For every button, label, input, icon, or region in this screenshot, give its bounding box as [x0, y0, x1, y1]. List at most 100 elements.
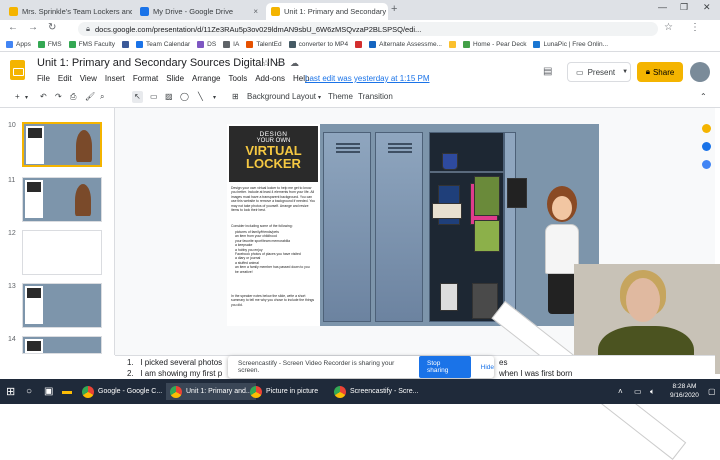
extensions-icon[interactable]: ⋮ [690, 22, 700, 33]
search-icon[interactable]: ○ [26, 383, 32, 400]
close-icon[interactable]: × [249, 7, 258, 16]
photo-image[interactable] [440, 283, 458, 311]
bookmark-apps[interactable]: Apps [6, 41, 31, 48]
bookmark-lunapic[interactable]: LunaPic | Free Onlin... [533, 41, 608, 48]
menu-edit[interactable]: Edit [58, 74, 72, 83]
menu-slide[interactable]: Slide [166, 74, 184, 83]
slide-10[interactable]: DESIGN YOUR OWN VIRTUAL LOCKER Design yo… [227, 124, 599, 326]
share-button[interactable]: 🔒︎ Share [637, 62, 683, 82]
bookmark-ia[interactable]: IA [223, 41, 239, 48]
bookmark-fms[interactable]: FMS [37, 41, 62, 48]
line-icon[interactable]: ╲ [198, 92, 203, 101]
image-icon[interactable]: ▨ [165, 92, 173, 101]
tasks-icon[interactable] [702, 142, 711, 151]
stop-sharing-button[interactable]: Stop sharing [419, 356, 471, 378]
calendar-icon[interactable] [702, 160, 711, 169]
slide-thumbnail-14[interactable] [22, 336, 102, 354]
reload-icon[interactable]: ↻ [48, 22, 56, 33]
new-tab-icon[interactable]: + [391, 3, 397, 15]
taskbar-item-pip[interactable]: Picture in picture [250, 383, 318, 400]
taskbar-item-screencastify[interactable]: Screencastify - Scre... [334, 383, 418, 400]
maximize-icon[interactable]: ❐ [680, 2, 688, 13]
menu-file[interactable]: File [37, 74, 50, 83]
star-icon[interactable]: ☆ [262, 58, 270, 69]
bookmark-alternate-assessment[interactable]: Alternate Assessme... [369, 41, 442, 48]
star-icon[interactable]: ☆ [664, 22, 673, 33]
photo-image[interactable] [474, 220, 500, 252]
move-folder-icon[interactable]: ▭ [276, 58, 285, 69]
undo-icon[interactable]: ↶ [40, 92, 47, 101]
tab-my-drive[interactable]: My Drive - Google Drive × [135, 3, 263, 20]
zoom-icon[interactable]: ⌕ [100, 92, 104, 102]
volume-icon[interactable]: 🔈︎ [650, 383, 655, 400]
menu-addons[interactable]: Add-ons [255, 74, 285, 83]
layout-button[interactable]: Layout [292, 92, 316, 101]
theme-button[interactable]: Theme [328, 92, 353, 101]
slide-thumbnail-12[interactable] [22, 230, 102, 275]
chevron-down-icon[interactable]: ▾ [318, 94, 321, 101]
slide-thumbnail-13[interactable] [22, 283, 102, 328]
bookmark-unnamed-3[interactable] [448, 41, 456, 48]
slide-thumbnail-10[interactable] [22, 122, 102, 167]
locker-image[interactable] [375, 132, 423, 322]
photo-image[interactable] [474, 176, 500, 216]
forward-icon[interactable]: → [28, 22, 38, 33]
document-title[interactable]: Unit 1: Primary and Secondary Sources Di… [37, 57, 285, 69]
avatar[interactable] [690, 62, 710, 82]
bookmark-converter[interactable]: converter to MP4 [288, 41, 348, 48]
menu-insert[interactable]: Insert [105, 74, 125, 83]
tab-unit1-slides[interactable]: Unit 1: Primary and Secondary S... × [266, 3, 388, 20]
print-icon[interactable]: ⎙ [70, 92, 76, 102]
task-view-icon[interactable]: ▣ [44, 383, 53, 400]
poster-image[interactable] [432, 203, 462, 219]
chevron-up-icon[interactable]: ˄ [618, 383, 623, 400]
minimize-icon[interactable]: — [658, 2, 667, 12]
shape-icon[interactable]: ◯ [180, 92, 189, 101]
menu-arrange[interactable]: Arrange [192, 74, 220, 83]
new-slide-icon[interactable]: + [15, 92, 20, 101]
last-edit-link[interactable]: Last edit was yesterday at 1:15 PM [305, 74, 430, 83]
bookmark-team-calendar[interactable]: Team Calendar [136, 41, 190, 48]
present-button[interactable]: ▭ Present ▼ [567, 62, 631, 82]
file-explorer-icon[interactable]: ▬ [62, 383, 72, 400]
textbox-icon[interactable]: ▭ [150, 92, 158, 101]
bookmark-unnamed-2[interactable] [355, 41, 363, 48]
chevron-up-icon[interactable]: ⌃ [700, 92, 707, 101]
window-close-icon[interactable]: ✕ [703, 2, 711, 13]
menu-view[interactable]: View [80, 74, 97, 83]
tab-team-lockers[interactable]: Mrs. Sprinkle's Team Lockers and ... × [4, 3, 132, 20]
slide-filmstrip[interactable]: 10 11 12 13 14 [0, 108, 115, 355]
taskbar-item-google[interactable]: Google - Google C... [82, 383, 162, 400]
bookmark-unnamed[interactable] [122, 41, 130, 48]
menu-tools[interactable]: Tools [229, 74, 248, 83]
comment-add-icon[interactable]: ⊞ [232, 92, 239, 101]
notifications-icon[interactable]: ▢ [708, 383, 716, 400]
bookmark-fms-faculty[interactable]: FMS Faculty [68, 41, 115, 48]
locker-image[interactable] [323, 132, 371, 322]
passport-image[interactable] [507, 178, 527, 208]
taskbar-item-unit1[interactable]: Unit 1: Primary and... [166, 383, 256, 400]
back-icon[interactable]: ← [8, 22, 18, 33]
keep-icon[interactable] [702, 124, 711, 133]
comments-icon[interactable]: ▤ [543, 66, 552, 77]
network-icon[interactable]: ▭ [634, 383, 642, 400]
paint-format-icon[interactable]: 🖌︎ [85, 92, 95, 101]
system-clock[interactable]: 8:28 AM 9/16/2020 [670, 382, 699, 400]
chevron-down-icon[interactable]: ▾ [25, 94, 28, 101]
select-icon[interactable]: ↖ [134, 92, 141, 101]
menu-format[interactable]: Format [133, 74, 158, 83]
chevron-down-icon[interactable]: ▼ [622, 69, 628, 75]
instruction-panel[interactable]: DESIGN YOUR OWN VIRTUAL LOCKER Design yo… [227, 124, 320, 326]
windows-start-icon[interactable]: ⊞ [6, 383, 15, 400]
background-button[interactable]: Background [247, 92, 290, 101]
redo-icon[interactable]: ↷ [55, 92, 62, 101]
bookmark-talented[interactable]: TalentEd [246, 41, 282, 48]
slide-thumbnail-11[interactable] [22, 177, 102, 222]
chevron-down-icon[interactable]: ▾ [213, 94, 216, 101]
slides-logo-icon[interactable] [10, 60, 25, 80]
bookmark-pear-deck[interactable]: Home - Pear Deck [462, 41, 526, 48]
transition-button[interactable]: Transition [358, 92, 393, 101]
hide-button[interactable]: Hide [481, 364, 494, 371]
bookmark-ds[interactable]: DS [197, 41, 216, 48]
url-input[interactable]: 🔒︎ docs.google.com/presentation/d/11Ze3R… [78, 22, 658, 36]
